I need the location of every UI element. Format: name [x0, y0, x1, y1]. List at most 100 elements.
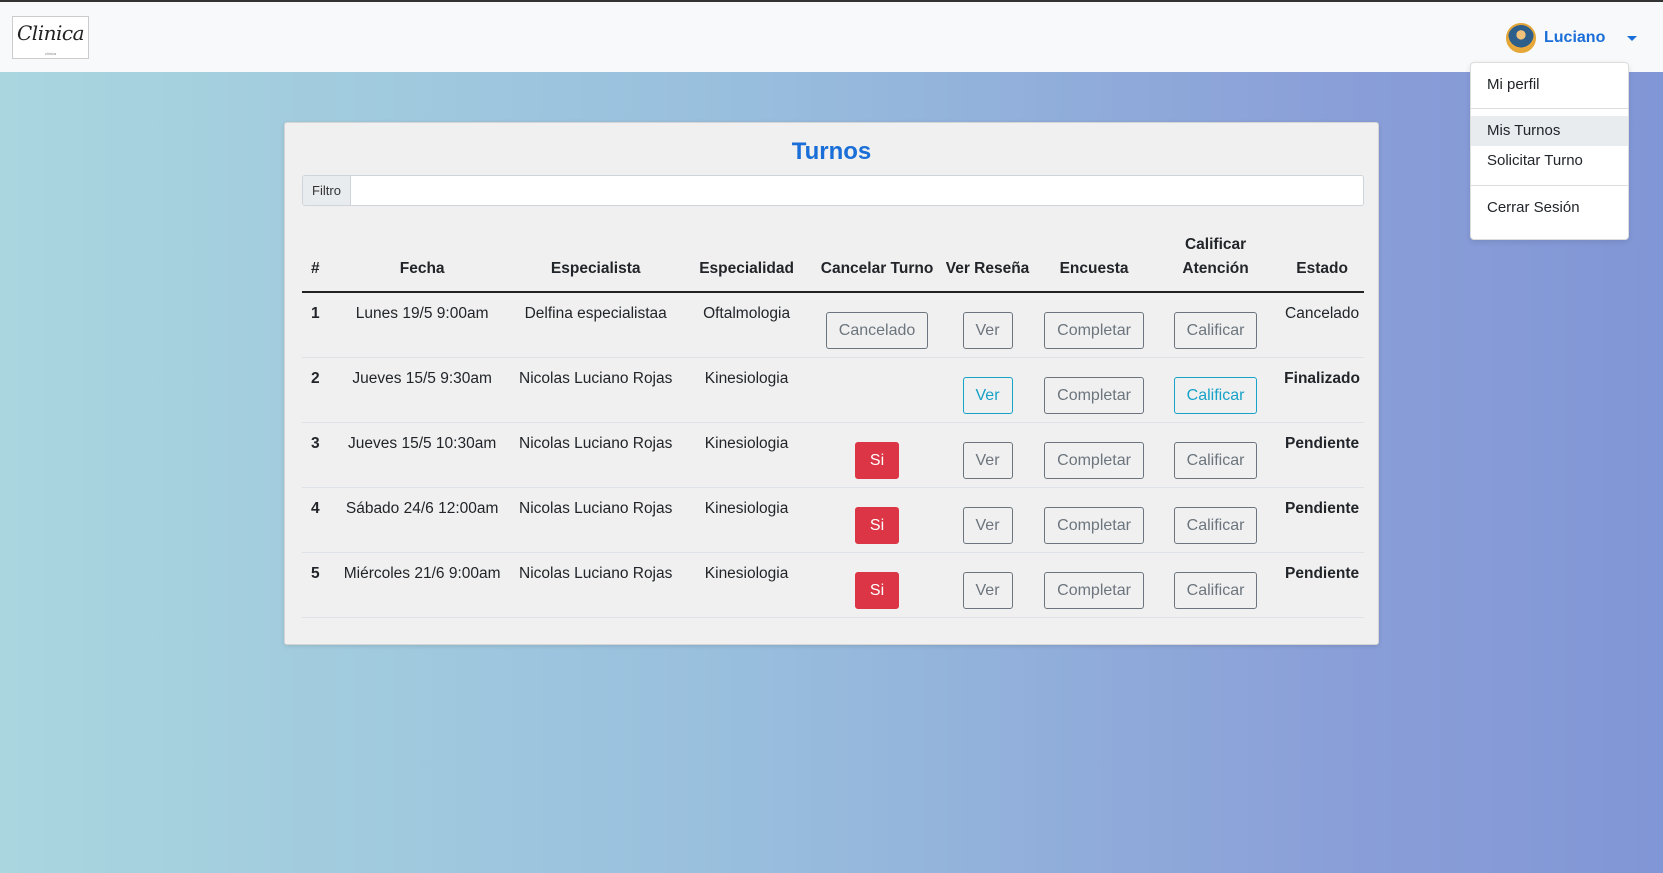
cell-encuesta: Completar [1037, 487, 1151, 553]
logo-subtext: clinica [44, 51, 57, 56]
user-name: Luciano [1544, 29, 1606, 46]
row-estado: Pendiente [1280, 552, 1364, 618]
ver-resena-button[interactable]: Ver [962, 312, 1013, 349]
row-especialista: Delfina especialistaa [514, 292, 677, 358]
ver-resena-button[interactable]: Ver [962, 506, 1013, 544]
row-fecha: Jueves 15/5 9:30am [329, 357, 515, 423]
row-num: 1 [302, 292, 330, 358]
header-num: # [302, 227, 330, 293]
avatar [1506, 23, 1536, 53]
row-fecha: Lunes 19/5 9:00am [329, 292, 515, 358]
cancelar-turno-button[interactable]: Si [854, 441, 900, 479]
menu-item-cerrar-sesion[interactable]: Cerrar Sesión [1471, 193, 1628, 223]
row-estado: Finalizado [1280, 357, 1364, 423]
cell-resena: Ver [937, 357, 1038, 423]
completar-encuesta-button[interactable]: Completar [1044, 571, 1144, 609]
row-num: 3 [302, 422, 330, 488]
cell-resena: Ver [937, 422, 1038, 488]
page-title: Turnos [791, 138, 872, 165]
logo-text: Clinica [17, 21, 85, 45]
row-fecha: Miércoles 21/6 9:00am [329, 552, 515, 618]
table-row: 2 Jueves 15/5 9:30am Nicolas Luciano Roj… [302, 357, 1364, 423]
cell-calificar: Calificar [1150, 292, 1281, 358]
header-ver-resena: Ver Reseña [937, 227, 1038, 293]
completar-encuesta-button[interactable]: Completar [1044, 376, 1144, 414]
ver-resena-button[interactable]: Ver [962, 376, 1013, 414]
row-especialidad: Oftalmologia [676, 292, 817, 358]
cell-cancelar: Cancelado [816, 292, 938, 358]
cell-cancelar: Si [816, 487, 938, 553]
navbar: Clinica clinica Luciano [0, 2, 1663, 72]
row-especialidad: Kinesiologia [676, 487, 817, 553]
row-fecha: Jueves 15/5 10:30am [329, 422, 515, 488]
cell-cancelar: Si [816, 552, 938, 618]
cell-resena: Ver [937, 487, 1038, 553]
row-num: 4 [302, 487, 330, 553]
user-menu-toggle[interactable]: Luciano [1506, 22, 1638, 54]
turnos-card: Turnos Filtro # Fecha Especialista Espec… [284, 122, 1379, 645]
filter-group: Filtro [302, 175, 1364, 206]
row-especialidad: Kinesiologia [676, 552, 817, 618]
table-row: 3 Jueves 15/5 10:30am Nicolas Luciano Ro… [302, 422, 1364, 488]
ver-resena-button[interactable]: Ver [962, 571, 1013, 609]
turnos-table: # Fecha Especialista Especialidad Cancel… [302, 227, 1364, 618]
cancelar-turno-button[interactable]: Si [854, 506, 900, 544]
cell-calificar: Calificar [1150, 487, 1281, 553]
cell-calificar: Calificar [1150, 422, 1281, 488]
cell-encuesta: Completar [1037, 357, 1151, 423]
header-especialista: Especialista [514, 227, 677, 293]
table-row: 1 Lunes 19/5 9:00am Delfina especialista… [302, 292, 1364, 358]
header-encuesta: Encuesta [1037, 227, 1151, 293]
brand-logo[interactable]: Clinica clinica [12, 16, 89, 59]
user-dropdown-menu: Mi perfil Mis Turnos Solicitar Turno Cer… [1470, 62, 1629, 240]
menu-divider [1471, 108, 1628, 109]
menu-divider [1471, 185, 1628, 186]
menu-item-mis-turnos[interactable]: Mis Turnos [1471, 116, 1628, 146]
row-fecha: Sábado 24/6 12:00am [329, 487, 515, 553]
row-especialista: Nicolas Luciano Rojas [514, 357, 677, 423]
row-num: 5 [302, 552, 330, 618]
completar-encuesta-button[interactable]: Completar [1044, 312, 1144, 349]
cell-encuesta: Completar [1037, 552, 1151, 618]
header-estado: Estado [1280, 227, 1364, 293]
row-num: 2 [302, 357, 330, 423]
completar-encuesta-button[interactable]: Completar [1044, 506, 1144, 544]
row-estado: Cancelado [1280, 292, 1364, 358]
row-especialista: Nicolas Luciano Rojas [514, 487, 677, 553]
cell-calificar: Calificar [1150, 552, 1281, 618]
row-especialista: Nicolas Luciano Rojas [514, 422, 677, 488]
table-row: 4 Sábado 24/6 12:00am Nicolas Luciano Ro… [302, 487, 1364, 553]
caret-down-icon [1627, 35, 1638, 41]
menu-item-solicitar-turno[interactable]: Solicitar Turno [1471, 146, 1628, 176]
cell-calificar: Calificar [1150, 357, 1281, 423]
row-especialidad: Kinesiologia [676, 357, 817, 423]
header-cancelar-turno: Cancelar Turno [816, 227, 938, 293]
row-especialista: Nicolas Luciano Rojas [514, 552, 677, 618]
header-especialidad: Especialidad [676, 227, 817, 293]
row-especialidad: Kinesiologia [676, 422, 817, 488]
cell-resena: Ver [937, 552, 1038, 618]
cancelar-turno-button[interactable]: Si [854, 571, 900, 609]
completar-encuesta-button[interactable]: Completar [1044, 441, 1144, 479]
calificar-button[interactable]: Calificar [1173, 506, 1258, 544]
cell-encuesta: Completar [1037, 422, 1151, 488]
ver-resena-button[interactable]: Ver [962, 441, 1013, 479]
cancelado-button[interactable]: Cancelado [825, 312, 929, 349]
table-row: 5 Miércoles 21/6 9:00am Nicolas Luciano … [302, 552, 1364, 618]
filter-input[interactable] [351, 176, 1363, 205]
menu-item-mi-perfil[interactable]: Mi perfil [1471, 70, 1628, 100]
filter-label: Filtro [303, 176, 351, 205]
row-estado: Pendiente [1280, 487, 1364, 553]
cell-encuesta: Completar [1037, 292, 1151, 358]
table-header: # Fecha Especialista Especialidad Cancel… [302, 227, 1364, 293]
row-estado: Pendiente [1280, 422, 1364, 488]
calificar-button[interactable]: Calificar [1173, 571, 1258, 609]
header-fecha: Fecha [329, 227, 515, 293]
calificar-button[interactable]: Calificar [1173, 312, 1258, 349]
header-calificar: Calificar Atención [1150, 227, 1281, 293]
calificar-button[interactable]: Calificar [1173, 376, 1258, 414]
cell-cancelar: Si [816, 422, 938, 488]
cell-resena: Ver [937, 292, 1038, 358]
calificar-button[interactable]: Calificar [1173, 441, 1258, 479]
cell-cancelar [816, 357, 938, 423]
